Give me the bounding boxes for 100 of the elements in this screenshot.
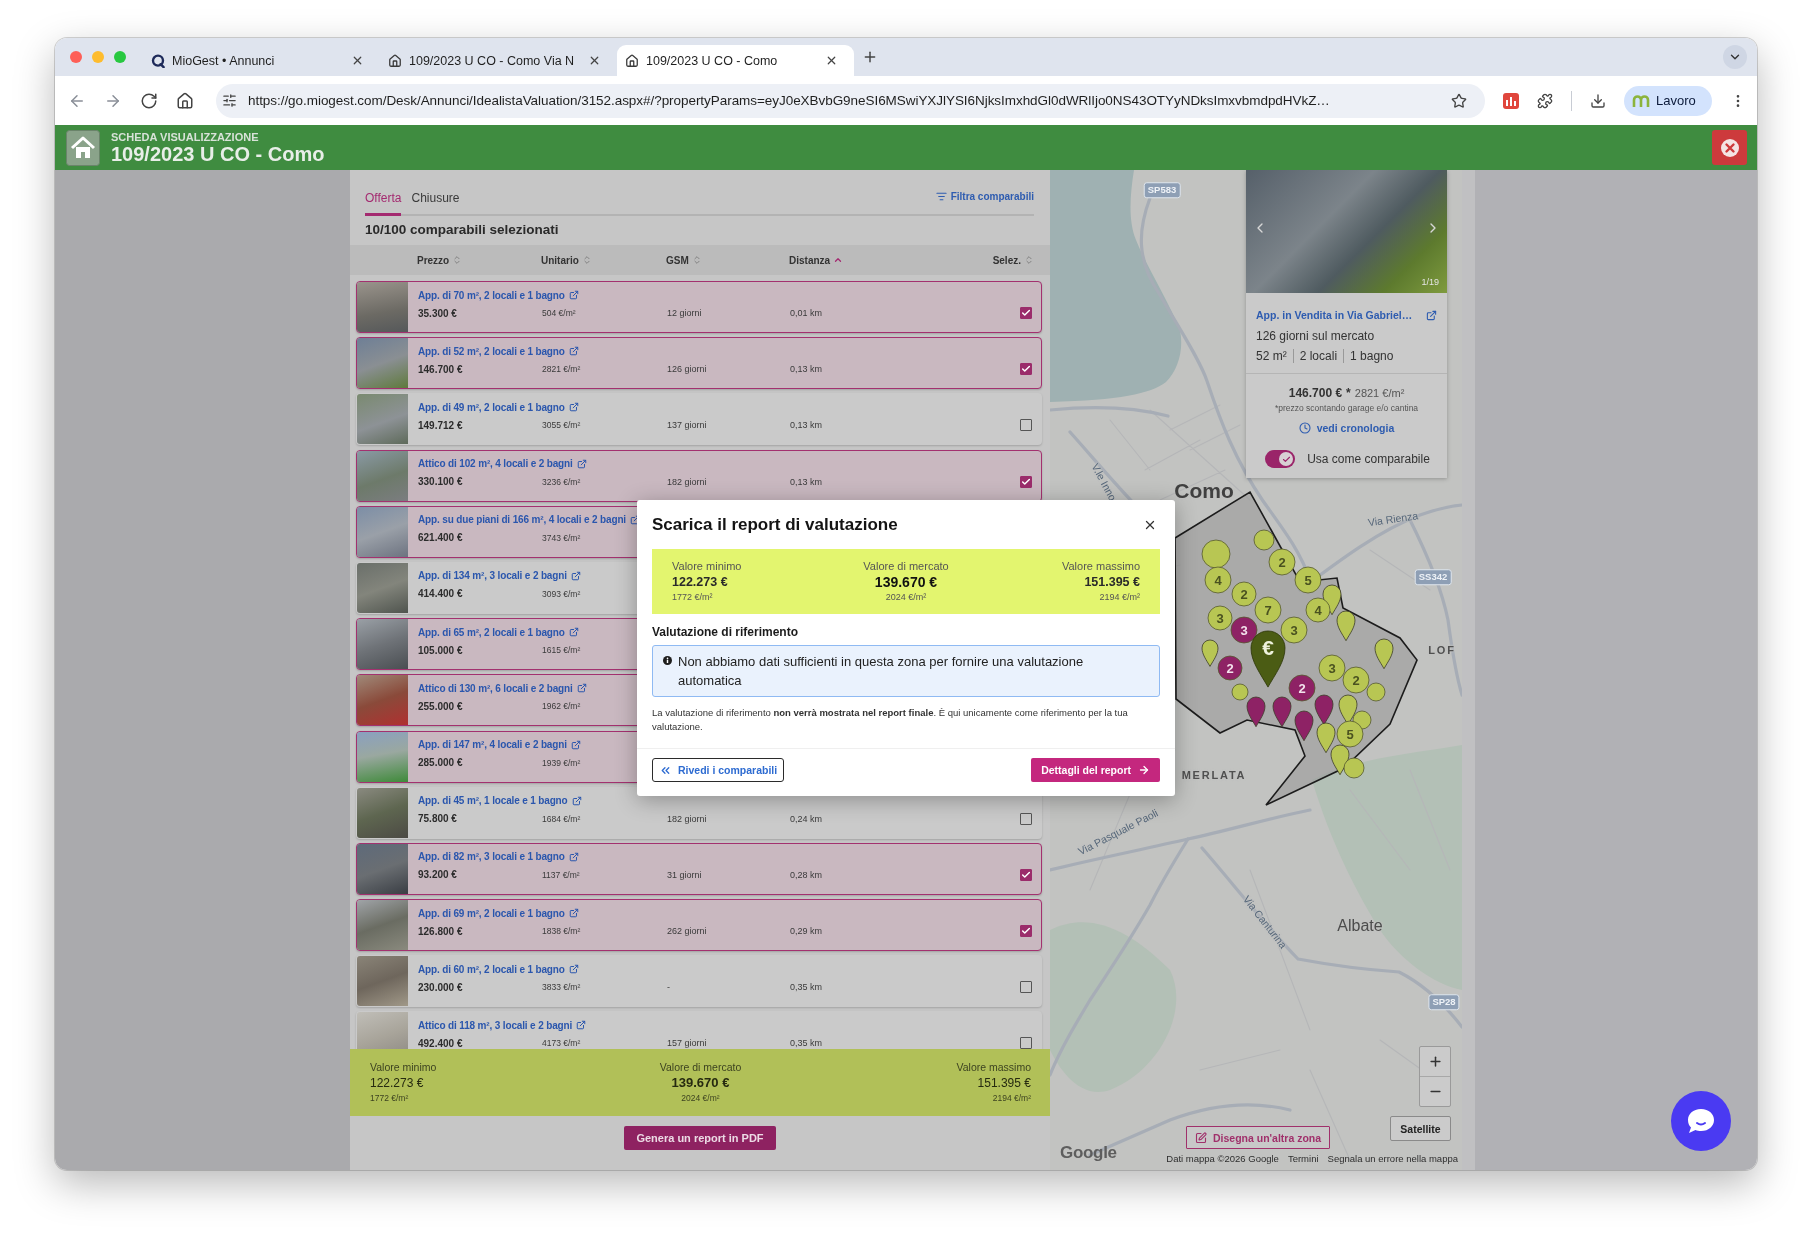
map-pin-marker[interactable] xyxy=(1246,696,1266,728)
listing-title-link[interactable]: App. di 45 m², 1 locale e 1 bagno xyxy=(418,793,582,808)
cluster-marker[interactable]: 2 xyxy=(1288,674,1316,702)
bar-chart-icon[interactable] xyxy=(1503,92,1519,109)
cluster-marker[interactable]: 2 xyxy=(1342,666,1370,694)
cluster-marker[interactable]: 5 xyxy=(1336,720,1364,748)
checkbox[interactable] xyxy=(1020,363,1032,376)
checkbox[interactable] xyxy=(1020,925,1032,938)
browser-tab[interactable]: 109/2023 U CO - Como xyxy=(617,45,854,76)
listing-title-link[interactable]: App. di 52 m², 2 locali e 1 bagno xyxy=(418,344,579,359)
cluster-marker[interactable]: 5 xyxy=(1294,566,1322,594)
report-details-button[interactable]: Dettagli del report xyxy=(1031,758,1160,782)
cluster-marker[interactable] xyxy=(1201,539,1231,569)
column-header[interactable]: Unitario xyxy=(541,254,592,266)
column-header[interactable]: Selez. xyxy=(992,254,1034,266)
attribution-link[interactable]: Segnala un errore nella mappa xyxy=(1327,1153,1458,1164)
column-header[interactable]: GSM xyxy=(666,254,702,266)
listing-title-link[interactable]: App. di 134 m², 3 locali e 2 bagni xyxy=(418,568,581,583)
external-link-icon[interactable] xyxy=(1426,309,1437,321)
puzzle-icon[interactable] xyxy=(1537,92,1553,109)
reload-icon[interactable] xyxy=(140,91,158,110)
listing-row[interactable]: Attico di 118 m², 3 locali e 2 bagni 492.400 € 4173 €/m² 157 giorni 0,35 km xyxy=(356,1011,1042,1049)
cluster-marker[interactable]: 2 xyxy=(1268,548,1296,576)
listing-row[interactable]: App. di 49 m², 2 locali e 1 bagno 149.712 € 3055 €/m² 137 giorni 0,13 km xyxy=(356,393,1042,446)
window-close-icon[interactable] xyxy=(70,51,82,63)
close-icon[interactable] xyxy=(351,54,364,67)
download-icon[interactable] xyxy=(1590,92,1606,109)
column-header[interactable]: Distanza xyxy=(789,254,844,266)
listing-title-link[interactable]: App. di 65 m², 2 locali e 1 bagno xyxy=(418,625,579,640)
checkbox[interactable] xyxy=(1020,419,1032,432)
attribution-link[interactable]: Termini xyxy=(1287,1153,1319,1164)
listing-row[interactable]: App. di 70 m², 2 locali e 1 bagno 35.300 € 504 €/m² 12 giorni 0,01 km xyxy=(356,281,1042,333)
address-bar[interactable]: https://go.miogest.com/Desk/Annunci/IdealistaValuation/3152.aspx#/?propertyParams=eyJ0eXBvbG9neSI6MSwiYXJlYSI6NjksImxhdGl0dWRlIjo0NS43OTYyNDksImxvbmdpdHVkZ… xyxy=(216,83,1485,118)
satellite-button[interactable]: Satellite xyxy=(1390,1116,1451,1141)
cluster-marker[interactable]: 4 xyxy=(1305,597,1331,623)
checkbox[interactable] xyxy=(1020,812,1032,825)
cluster-marker[interactable] xyxy=(1343,757,1365,779)
listing-title-link[interactable]: Attico di 130 m², 6 locali e 2 bagni xyxy=(418,681,587,696)
generate-pdf-button[interactable]: Genera un report in PDF xyxy=(624,1126,776,1150)
map-pin-marker[interactable] xyxy=(1336,610,1356,642)
cluster-marker[interactable]: 3 xyxy=(1318,654,1346,682)
cluster-marker[interactable]: 3 xyxy=(1230,616,1258,644)
profile-button[interactable]: Lavoro xyxy=(1624,85,1712,116)
cluster-marker[interactable]: 4 xyxy=(1204,566,1232,594)
euro-pin-marker[interactable]: € xyxy=(1250,630,1286,688)
map-pin-marker[interactable] xyxy=(1314,694,1334,726)
panel-tab[interactable]: Chiusure xyxy=(411,191,460,216)
browser-tab[interactable]: MioGest • Annunci xyxy=(143,45,380,76)
map-pin-marker[interactable] xyxy=(1322,584,1342,616)
home-icon[interactable] xyxy=(176,91,194,110)
listing-row[interactable]: App. di 82 m², 3 locali e 1 bagno 93.200 € 1137 €/m² 31 giorni 0,28 km xyxy=(356,842,1042,895)
sort-ascending-icon[interactable] xyxy=(833,255,844,265)
checkbox[interactable] xyxy=(1020,981,1032,994)
cluster-marker[interactable]: 7 xyxy=(1254,596,1282,624)
listing-title-link[interactable]: App. di 49 m², 2 locali e 1 bagno xyxy=(418,400,579,415)
listing-title-link[interactable]: App. di 69 m², 2 locali e 1 bagno xyxy=(418,906,579,921)
listing-title-link[interactable]: App. di 147 m², 4 locali e 2 bagni xyxy=(418,737,581,752)
site-settings-icon[interactable] xyxy=(222,93,237,108)
cluster-marker[interactable]: 3 xyxy=(1207,605,1233,631)
home-icon[interactable] xyxy=(66,129,100,166)
listing-row[interactable]: App. di 52 m², 2 locali e 1 bagno 146.700 € 2821 €/m² 126 giorni 0,13 km xyxy=(356,337,1042,390)
map-pin-marker[interactable] xyxy=(1374,638,1394,670)
checkbox[interactable] xyxy=(1020,307,1032,319)
browser-tab[interactable]: 109/2023 U CO - Como Via N xyxy=(380,45,617,76)
cluster-marker[interactable] xyxy=(1231,683,1249,701)
map-pin-marker[interactable] xyxy=(1272,696,1292,728)
listing-title-link[interactable]: App. in Vendita in Via Gabriel… xyxy=(1256,309,1413,321)
plus-icon[interactable] xyxy=(862,49,878,65)
draw-zone-button[interactable]: Disegna un'altra zona xyxy=(1186,1126,1331,1149)
listing-title-link[interactable]: Attico di 102 m², 4 locali e 2 bagni xyxy=(418,456,587,471)
filter-link[interactable]: Filtra comparabili xyxy=(935,190,1034,202)
listing-row[interactable]: Attico di 102 m², 4 locali e 2 bagni 330.100 € 3236 €/m² 182 giorni 0,13 km xyxy=(356,449,1042,502)
listing-title-link[interactable]: App. di 82 m², 3 locali e 1 bagno xyxy=(418,849,579,864)
chevron-down-icon[interactable] xyxy=(1723,45,1747,69)
close-icon[interactable] xyxy=(588,54,601,67)
cluster-marker[interactable]: 2 xyxy=(1231,581,1257,607)
map-pin-marker[interactable] xyxy=(1316,722,1336,754)
panel-tab[interactable]: Offerta xyxy=(365,191,402,216)
map-pin-marker[interactable] xyxy=(1294,710,1314,742)
map-pin-marker[interactable] xyxy=(1201,639,1219,667)
listing-title-link[interactable]: App. di 70 m², 2 locali e 1 bagno xyxy=(418,288,579,302)
cluster-marker[interactable]: 3 xyxy=(1280,616,1308,644)
close-icon[interactable] xyxy=(825,54,838,67)
attribution-link[interactable]: Dati mappa ©2026 Google xyxy=(1166,1153,1279,1164)
unit-price-text: 1962 €/m² xyxy=(542,701,582,712)
checkbox[interactable] xyxy=(1020,868,1032,881)
column-header[interactable]: Prezzo xyxy=(417,254,463,266)
history-link[interactable]: vedi cronologia xyxy=(1298,420,1395,436)
bookmark-star-icon[interactable] xyxy=(1451,92,1467,109)
map-pin-marker[interactable] xyxy=(1330,744,1350,776)
listing-row[interactable]: App. di 69 m², 2 locali e 1 bagno 126.800 € 1838 €/m² 262 giorni 0,29 km xyxy=(356,899,1042,952)
cluster-marker[interactable] xyxy=(1253,529,1275,551)
listing-row[interactable]: App. di 60 m², 2 locali e 1 bagno 230.000 € 3833 €/m² - 0,35 km xyxy=(356,955,1042,1008)
cluster-marker[interactable] xyxy=(1366,682,1386,702)
checkbox[interactable] xyxy=(1020,475,1032,488)
toggle-switch[interactable] xyxy=(1265,450,1296,468)
back-button[interactable]: Rivedi i comparabili xyxy=(652,758,785,782)
listing-title-link[interactable]: Attico di 118 m², 3 locali e 2 bagni xyxy=(418,1018,587,1033)
cluster-marker[interactable]: 2 xyxy=(1217,655,1243,681)
listing-title-link[interactable]: App. di 60 m², 2 locali e 1 bagno xyxy=(418,962,579,977)
